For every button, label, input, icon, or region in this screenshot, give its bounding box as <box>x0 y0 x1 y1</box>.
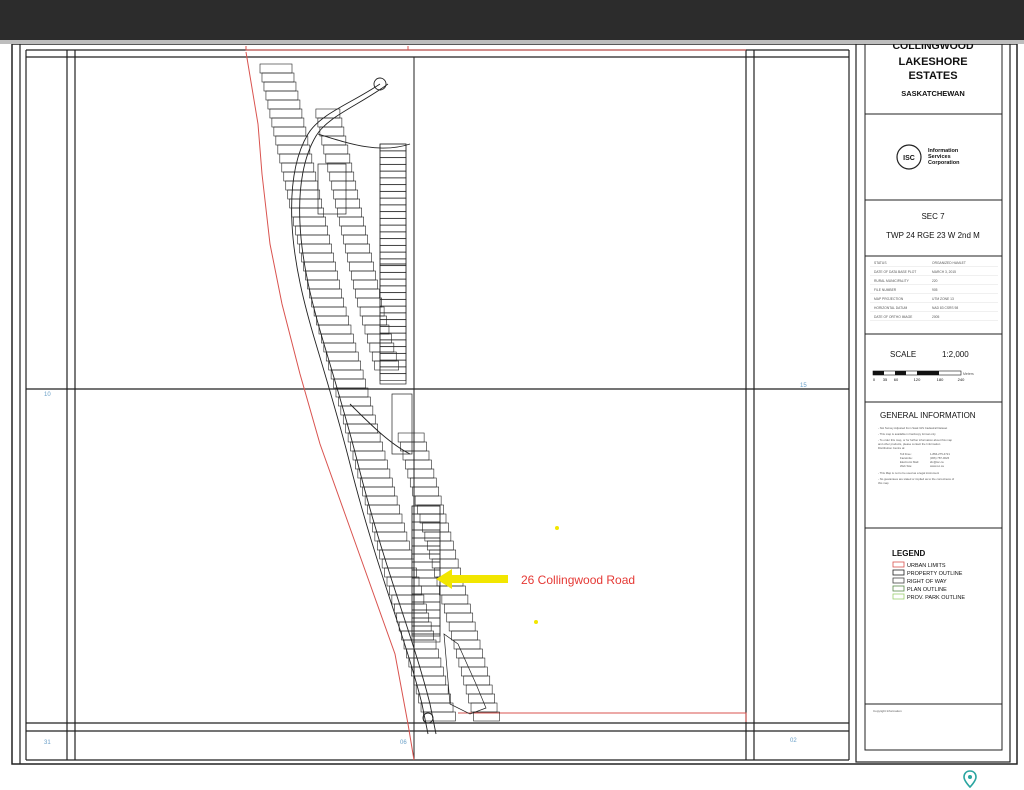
scale-tick-label: 35 <box>883 377 888 382</box>
general-note: Distribution Centre at: <box>878 446 905 450</box>
general-note: - Not Survey Adjusted from Sask GIS Cada… <box>878 426 947 430</box>
viewer-top-bar <box>0 0 1024 44</box>
general-note: - No guarantees are stated or implied as… <box>878 477 954 481</box>
svg-text:02: 02 <box>790 738 797 744</box>
map-pin-icon[interactable] <box>962 770 978 788</box>
info-row-value: 905 <box>932 288 938 292</box>
address-label: 26 Collingwood Road <box>521 573 635 587</box>
legend-item-label: URBAN LIMITS <box>907 563 946 569</box>
sheet-border <box>11 44 1018 765</box>
legend-item-label: PROV. PARK OUTLINE <box>907 595 965 601</box>
svg-text:06: 06 <box>400 740 407 746</box>
general-note: - This Map is not to be used as a legal … <box>878 471 939 475</box>
svg-text:15: 15 <box>800 383 807 389</box>
info-row-value: 220 <box>932 279 938 283</box>
legend-item-label: PLAN OUTLINE <box>907 587 947 593</box>
scale-value: 1:2,000 <box>942 350 969 359</box>
info-row-value: ORGANIZED HAMLET <box>932 261 966 265</box>
scale-label: SCALE <box>890 350 916 359</box>
contact-label: Web Site: <box>900 464 912 468</box>
isc-line-3: Corporation <box>928 160 960 166</box>
legend-item-label: PROPERTY OUTLINE <box>907 571 963 577</box>
info-row-value: 2005 <box>932 315 940 319</box>
contact-value: www.isc.ca <box>930 464 944 468</box>
scale-tick-label: 240 <box>958 377 965 382</box>
scale-tick-label: 60 <box>894 377 899 382</box>
township-range: TWP 24 RGE 23 W 2nd M <box>886 231 980 240</box>
info-row-label: HORIZONTAL DATUM <box>874 306 908 310</box>
scale-bar <box>872 370 962 376</box>
info-row-label: RURAL MUNICIPALITY <box>874 279 910 283</box>
title-line-1: COLLINGWOOD <box>892 44 973 52</box>
general-note: - This map is available in hardcopy form… <box>878 432 936 436</box>
isc-logo-text: ISC <box>903 155 915 162</box>
section-number: SEC 7 <box>921 212 945 221</box>
title-line-2: LAKESHORE <box>898 56 967 68</box>
legend-heading: LEGEND <box>892 549 926 558</box>
general-info-heading: GENERAL INFORMATION <box>880 411 976 420</box>
svg-text:10: 10 <box>44 392 51 398</box>
info-row-label: MAP PROJECTION <box>874 297 904 301</box>
copyright-label: Copyright Information <box>873 709 902 713</box>
info-row-label: DATE OF DATA BASE PLOT <box>874 270 916 274</box>
legend-item-label: RIGHT OF WAY <box>907 579 947 585</box>
title-line-3: ESTATES <box>908 70 957 82</box>
cadastral-map: 10 31 15 02 06 26 Collingwood Road COLLINGWO… <box>11 44 1018 765</box>
info-row-label: DATE OF ORTHO IMAGE <box>874 315 913 319</box>
scale-unit: Meters <box>963 372 974 376</box>
info-row-label: STATUS <box>874 261 887 265</box>
scale-tick-label: 180 <box>937 377 944 382</box>
svg-text:31: 31 <box>44 740 51 746</box>
info-row-label: FILE NUMBER <box>874 288 897 292</box>
province-label: SASKATCHEWAN <box>901 89 965 98</box>
info-row-value: MARCH 3, 2015 <box>932 270 956 274</box>
info-row-value: NAD 83 CSRS 98 <box>932 306 958 310</box>
info-row-value: UTM ZONE 13 <box>932 297 954 301</box>
scale-tick-label: 120 <box>914 377 921 382</box>
general-note: this map <box>878 481 889 485</box>
